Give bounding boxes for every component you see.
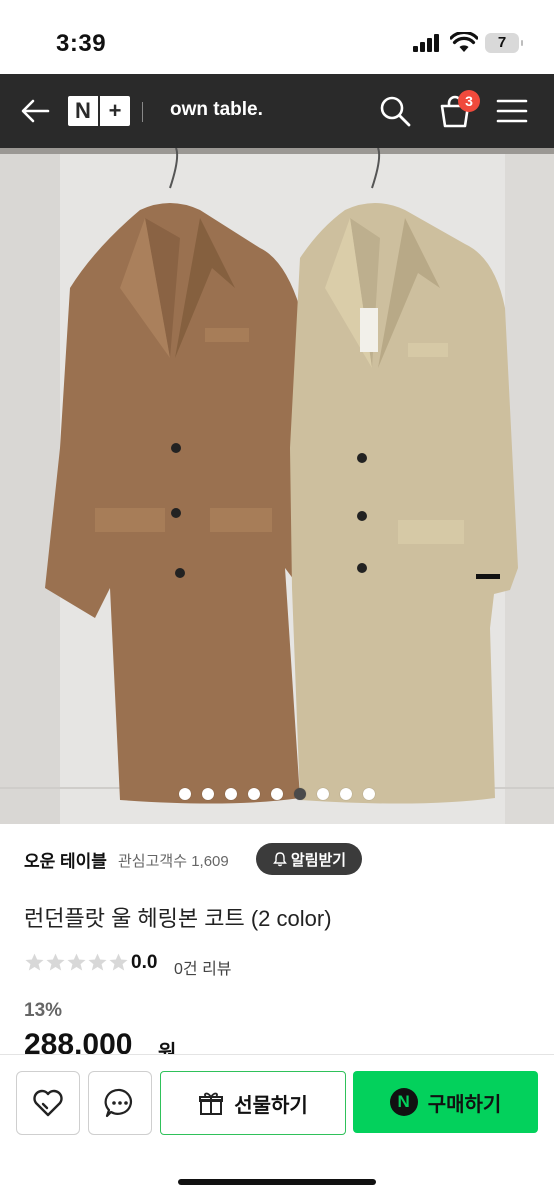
rating-value: 0.0 (131, 952, 158, 973)
product-info: 오운 테이블 관심고객수 1,609 알림받기 런던플랏 울 헤링본 코트 (2… (0, 824, 554, 1064)
store-name-link[interactable]: own table. (170, 99, 263, 121)
carousel-dot[interactable] (317, 788, 329, 800)
product-image-carousel[interactable] (0, 148, 554, 824)
home-indicator[interactable] (178, 1179, 376, 1185)
store-name[interactable]: 오운 테이블 (24, 847, 107, 872)
star-icon (88, 953, 107, 971)
carousel-dot[interactable] (294, 788, 306, 800)
bottom-action-bar: 선물하기 N 구매하기 (0, 1054, 554, 1201)
gift-label: 선물하기 (234, 1094, 308, 1117)
chat-button[interactable] (88, 1071, 152, 1135)
carousel-dot[interactable] (271, 788, 283, 800)
top-navbar: N + own table. 3 (0, 74, 554, 148)
review-count-link[interactable]: 0건 리뷰 (174, 955, 232, 979)
gift-icon (199, 1092, 224, 1115)
carousel-dots (0, 788, 554, 804)
wishlist-button[interactable] (16, 1071, 80, 1135)
carousel-dot[interactable] (202, 788, 214, 800)
carousel-dot[interactable] (363, 788, 375, 800)
back-arrow-icon[interactable] (18, 94, 52, 128)
naver-pay-icon: N (389, 1088, 418, 1116)
search-icon[interactable] (378, 94, 412, 128)
cellular-signal-icon (413, 34, 443, 52)
chat-bubble-icon (104, 1088, 132, 1118)
heart-icon (33, 1089, 63, 1117)
status-time: 3:39 (56, 30, 107, 57)
nav-separator (142, 102, 143, 122)
star-icon (46, 953, 65, 971)
star-icon (25, 953, 44, 971)
wifi-icon (450, 32, 478, 52)
carousel-dot[interactable] (248, 788, 260, 800)
buy-label: 구매하기 (427, 1093, 502, 1116)
status-bar: 3:39 7 (0, 0, 554, 74)
carousel-dot[interactable] (179, 788, 191, 800)
notify-label: 알림받기 (290, 851, 347, 869)
naver-plus-logo[interactable]: N + (68, 96, 130, 126)
notify-button[interactable]: 알림받기 (256, 843, 362, 875)
carousel-dot[interactable] (225, 788, 237, 800)
discount-rate: 13% (24, 1000, 63, 1021)
fans-count: 관심고객수 1,609 (118, 850, 229, 871)
bell-plus-icon (272, 852, 287, 867)
cart-count-badge: 3 (458, 90, 480, 112)
carousel-dot[interactable] (340, 788, 352, 800)
buy-button[interactable]: N 구매하기 (353, 1071, 538, 1133)
star-icon (67, 953, 86, 971)
star-rating (24, 952, 129, 973)
product-photo (0, 148, 554, 824)
logo-plus: + (108, 98, 122, 123)
logo-n: N (75, 98, 91, 123)
fans-label: 관심고객수 (118, 853, 188, 870)
gift-button[interactable]: 선물하기 (160, 1071, 346, 1135)
product-title: 런던플랏 울 헤링본 코트 (2 color) (24, 906, 332, 931)
hamburger-menu-icon[interactable] (496, 96, 528, 126)
star-icon (109, 953, 128, 971)
battery-indicator: 7 (485, 33, 523, 53)
fans-number: 1,609 (191, 853, 229, 870)
